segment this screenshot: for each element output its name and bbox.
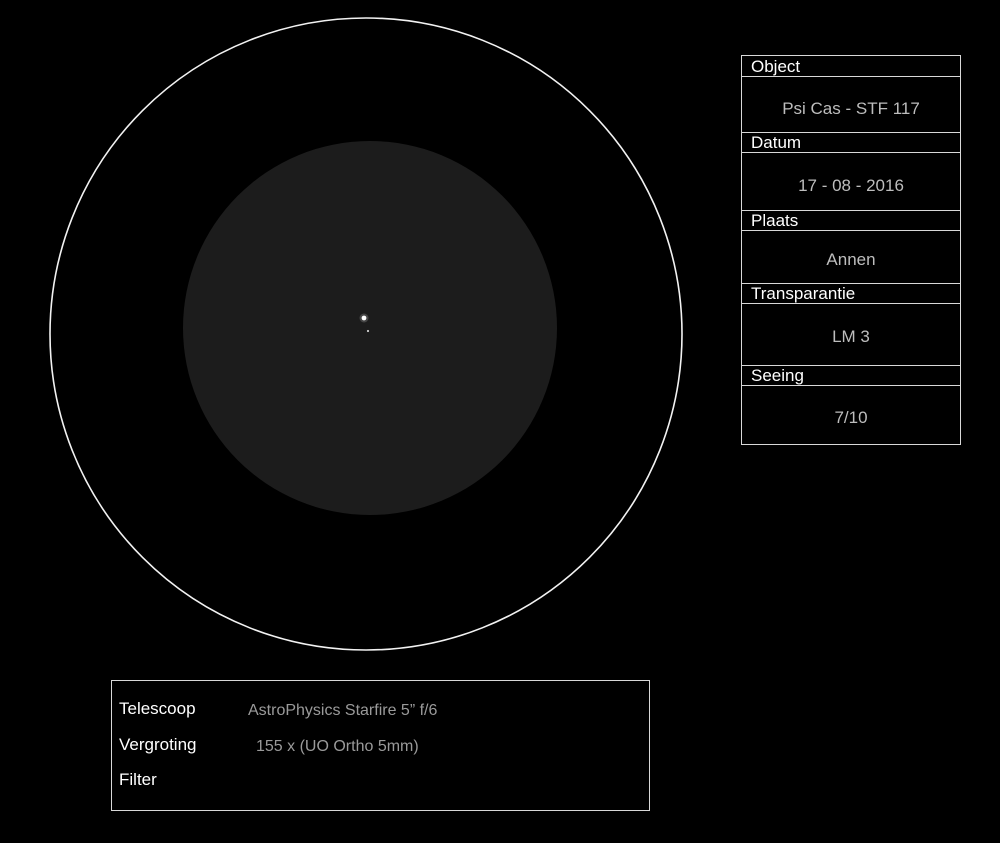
equipment-table: Telescoop AstroPhysics Starfire 5” f/6 V… xyxy=(111,680,650,811)
primary-star-glow xyxy=(359,313,369,323)
place-value: Annen xyxy=(826,250,876,269)
seeing-value: 7/10 xyxy=(834,408,868,427)
seeing-label: Seeing xyxy=(742,365,960,386)
object-label: Object xyxy=(742,56,960,77)
date-value: 17 - 08 - 2016 xyxy=(798,176,904,195)
magnification-value: 155 x (UO Ortho 5mm) xyxy=(256,738,419,755)
companion-star xyxy=(366,329,370,333)
filter-label: Filter xyxy=(119,770,157,789)
date-label: Datum xyxy=(742,132,960,153)
transparency-value: LM 3 xyxy=(832,327,870,346)
field-of-view-disc xyxy=(183,141,557,515)
place-label: Plaats xyxy=(742,210,960,231)
observation-info-table: Object Psi Cas - STF 117 Datum 17 - 08 -… xyxy=(741,55,961,445)
telescope-value: AstroPhysics Starfire 5” f/6 xyxy=(248,702,438,719)
object-value: Psi Cas - STF 117 xyxy=(782,99,920,118)
telescope-label: Telescoop xyxy=(119,699,196,718)
magnification-label: Vergroting xyxy=(119,735,197,754)
transparency-label: Transparantie xyxy=(742,283,960,304)
